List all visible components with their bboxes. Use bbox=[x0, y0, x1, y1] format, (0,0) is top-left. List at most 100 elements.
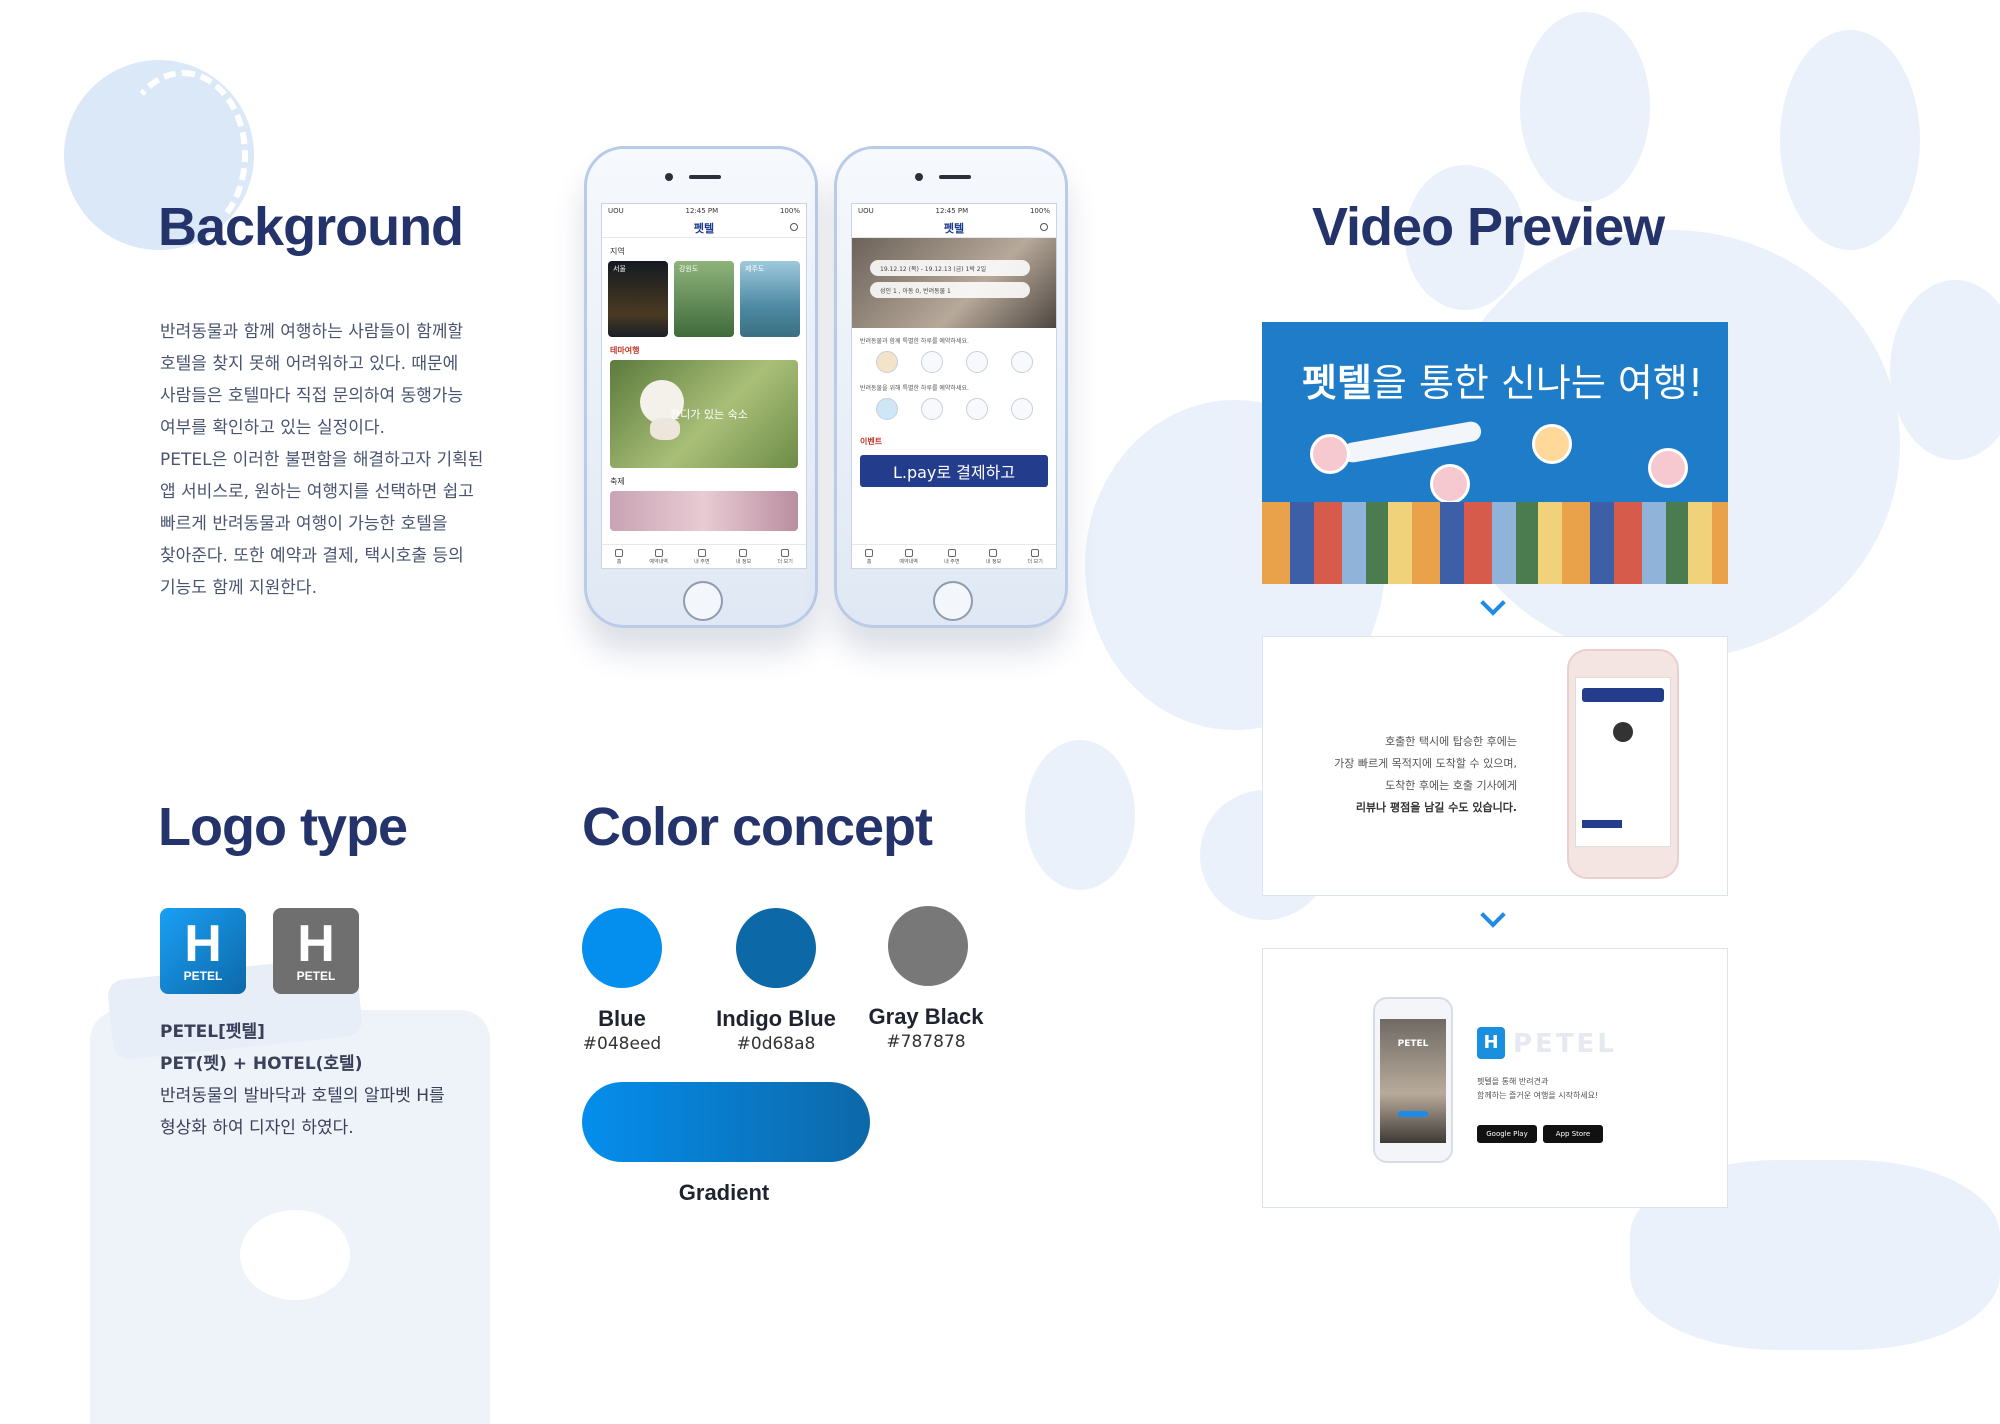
category-icon bbox=[875, 351, 898, 373]
tab-home[interactable]: 홈 bbox=[865, 548, 874, 565]
logo-letter: H bbox=[297, 915, 335, 973]
swatch-blue bbox=[582, 908, 662, 988]
brand-wordmark: PETEL bbox=[1513, 1029, 1617, 1059]
color-title: Color concept bbox=[582, 797, 933, 857]
background-line: 앱 서비스로, 원하는 여행지를 선택하면 쉽고 bbox=[160, 482, 474, 502]
region-list: 서울 강원도 제주도 bbox=[602, 261, 806, 337]
background-line: 반려동물과 함께 여행하는 사람들이 함께할 bbox=[160, 322, 464, 342]
status-carrier: UOU bbox=[858, 207, 874, 215]
profile-icon bbox=[989, 548, 998, 557]
app-title: 펫텔 bbox=[943, 221, 965, 235]
city-skyline bbox=[1262, 502, 1728, 584]
tab-more[interactable]: 더 보기 bbox=[1027, 548, 1043, 565]
tab-my-info[interactable]: 내 정보 bbox=[986, 548, 1001, 565]
tab-label: 내 정보 bbox=[735, 558, 752, 565]
gradient-bar bbox=[582, 1082, 870, 1162]
background-line: 여부를 확인하고 있는 실정이다. bbox=[160, 418, 385, 438]
swatch-hex: #787878 bbox=[886, 1032, 966, 1052]
search-icon[interactable] bbox=[790, 223, 798, 231]
logo-title: Logo type bbox=[158, 797, 408, 857]
theme-caption: 잔디가 있는 숙소 bbox=[670, 408, 748, 421]
date-pill[interactable]: 19.12.12 (목) - 19.12.13 (금) 1박 2일 bbox=[870, 260, 1030, 276]
category-item[interactable] bbox=[920, 351, 943, 375]
booking-line-1: 반려동물과 함께 특별한 하루를 예약하세요. bbox=[860, 338, 969, 345]
decor-paw-print bbox=[240, 1210, 350, 1300]
swatch-hex: #048eed bbox=[582, 1034, 662, 1054]
tab-label: 내 주변 bbox=[944, 558, 960, 565]
category-row-1 bbox=[852, 351, 1056, 375]
brand-logo-small: H bbox=[1477, 1027, 1505, 1059]
tab-home[interactable]: 홈 bbox=[615, 548, 624, 565]
region-card-seoul[interactable]: 서울 bbox=[608, 261, 668, 337]
category-item[interactable] bbox=[1010, 351, 1033, 375]
splash-logo: PETEL bbox=[1397, 1039, 1429, 1049]
background-description: 반려동물과 함께 여행하는 사람들이 함께할 호텔을 찾지 못해 어려워하고 있… bbox=[160, 316, 483, 604]
background-line: 기능도 함께 지원한다. bbox=[160, 578, 317, 598]
app-store-badge[interactable]: App Store bbox=[1543, 1125, 1603, 1143]
chevron-down-icon bbox=[1480, 590, 1506, 616]
status-battery: 100% bbox=[779, 207, 800, 215]
document-icon bbox=[904, 548, 913, 557]
category-item[interactable] bbox=[875, 351, 898, 375]
section-theme-label: 테마여행 bbox=[610, 346, 640, 355]
category-item[interactable] bbox=[965, 398, 988, 422]
more-icon bbox=[781, 548, 790, 557]
category-item[interactable] bbox=[965, 351, 988, 375]
person-icon bbox=[947, 548, 956, 557]
phone-screen-home: UOU 12:45 PM 100% 펫텔 지역 서울 강원도 제주도 테마여행 … bbox=[601, 203, 807, 569]
banner-headline: 펫텔을 통한 신나는 여행! bbox=[1302, 352, 1703, 407]
driver-avatar bbox=[1613, 722, 1633, 742]
tab-label: 예약내역 bbox=[649, 558, 668, 565]
event-banner[interactable]: L.pay로 결제하고 bbox=[860, 455, 1048, 487]
background-line: PETEL은 이러한 불편함을 해결하고자 기획된 bbox=[160, 450, 484, 470]
search-icon[interactable] bbox=[1040, 223, 1048, 231]
avatar bbox=[1532, 424, 1572, 464]
tab-label: 홈 bbox=[616, 558, 622, 565]
speaker-slot bbox=[939, 175, 971, 179]
taxi-line: 리뷰나 평점을 남길 수도 있습니다. bbox=[1355, 801, 1517, 814]
start-button bbox=[1398, 1111, 1428, 1117]
festival-card[interactable] bbox=[610, 491, 798, 531]
guest-pill[interactable]: 성인 1 , 아동 0, 반려동물 1 bbox=[870, 282, 1030, 298]
status-carrier: UOU bbox=[608, 207, 624, 215]
tab-more[interactable]: 더 보기 bbox=[777, 548, 793, 565]
region-card-jeju[interactable]: 제주도 bbox=[740, 261, 800, 337]
taxi-description: 호출한 택시에 탑승한 후에는 가장 빠르게 목적지에 도착할 수 있으며, 도… bbox=[1334, 731, 1517, 819]
phone-mockup-splash: PETEL bbox=[1373, 997, 1453, 1163]
status-time: 12:45 PM bbox=[935, 207, 969, 215]
theme-card[interactable]: 잔디가 있는 숙소 bbox=[610, 360, 798, 468]
logo-letter: H bbox=[184, 915, 222, 973]
status-bar: UOU 12:45 PM 100% bbox=[852, 204, 1056, 218]
tab-label: 홈 bbox=[866, 558, 872, 565]
tab-label: 더 보기 bbox=[1027, 558, 1043, 565]
airplane-icon bbox=[1341, 419, 1483, 465]
document-icon bbox=[654, 548, 663, 557]
logo-line: 반려동물의 발바닥과 호텔의 알파벳 H를 bbox=[160, 1086, 445, 1106]
tab-my-info[interactable]: 내 정보 bbox=[735, 548, 752, 565]
region-label: 강원도 bbox=[679, 265, 699, 273]
home-button bbox=[683, 581, 723, 621]
tab-label: 더 보기 bbox=[777, 558, 793, 565]
category-item[interactable] bbox=[875, 398, 898, 422]
tab-nearby[interactable]: 내 주변 bbox=[694, 548, 710, 565]
booking-hero: 19.12.12 (목) - 19.12.13 (금) 1박 2일 성인 1 ,… bbox=[852, 238, 1056, 328]
download-line: 함께하는 즐거운 여행을 시작하세요! bbox=[1477, 1091, 1599, 1100]
tab-nearby[interactable]: 내 주변 bbox=[944, 548, 960, 565]
taxi-line: 가장 빠르게 목적지에 도착할 수 있으며, bbox=[1334, 757, 1517, 770]
category-item[interactable] bbox=[920, 398, 943, 422]
avatar bbox=[1430, 464, 1470, 504]
category-icon bbox=[1010, 351, 1033, 373]
background-line: 호텔을 찾지 못해 어려워하고 있다. 때문에 bbox=[160, 354, 459, 374]
tab-label: 내 주변 bbox=[694, 558, 710, 565]
region-card-gangwon[interactable]: 강원도 bbox=[674, 261, 734, 337]
speaker-slot bbox=[689, 175, 721, 179]
category-row-2 bbox=[852, 398, 1056, 422]
google-play-badge[interactable]: Google Play bbox=[1477, 1125, 1537, 1143]
category-item[interactable] bbox=[1010, 398, 1033, 422]
tab-reservations[interactable]: 예약내역 bbox=[649, 548, 668, 565]
logo-blue: H PETEL bbox=[160, 908, 246, 994]
background-line: 찾아준다. 또한 예약과 결제, 택시호출 등의 bbox=[160, 546, 464, 566]
taxi-line: 호출한 택시에 탑승한 후에는 bbox=[1385, 735, 1517, 748]
tab-reservations[interactable]: 예약내역 bbox=[899, 548, 918, 565]
tab-label: 예약내역 bbox=[899, 558, 918, 565]
